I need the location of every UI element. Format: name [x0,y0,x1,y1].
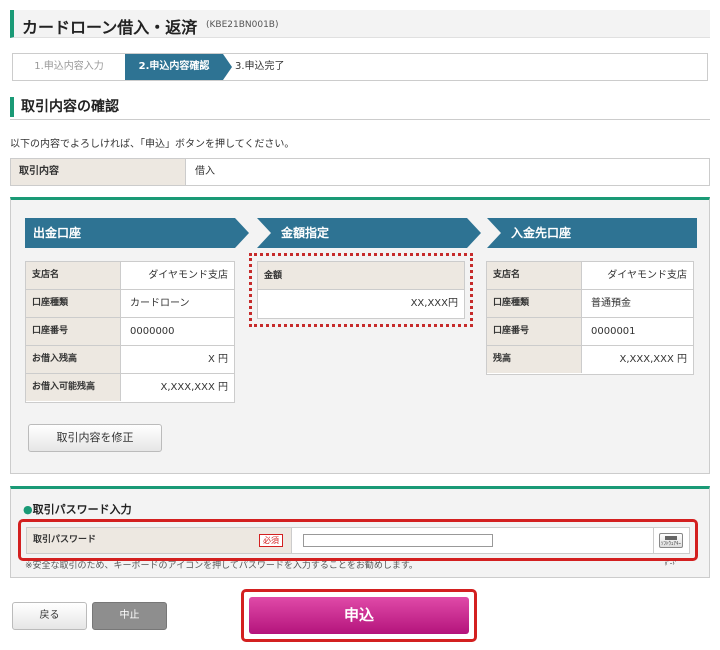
amount-label: 金額 [258,262,464,290]
table-row: 口座種類 普通預金 [487,290,693,318]
table-row: 支店名 ダイヤモンド支店 [487,262,693,290]
lead-text: 以下の内容でよろしければ、「申込」ボタンを押してください。 [10,139,295,150]
arrow-right-icon [467,218,481,248]
transaction-kind-label: 取引内容 [11,159,186,185]
progress-steps: 1.申込内容入力 2.申込内容確認 3.申込完了 [12,53,708,81]
cancel-button[interactable]: 中止 [92,602,167,630]
page-header: カードローン借入・返済 (KBE21BN001B) [10,10,710,38]
transfer-panel: 出金口座 金額指定 入金先口座 支店名 ダイヤモンド支店 口座種類 カードローン 口… [10,197,710,474]
amount-value: XX,XXX円 [410,298,458,309]
dest-account-header: 入金先口座 [487,218,697,248]
amount-highlight: 金額 XX,XXX円 [249,253,473,327]
software-keyboard-button[interactable]: ｿﾌﾄｳｪｱｷｰﾎﾞｰﾄﾞ [653,528,689,567]
password-section-title: ●取引パスワード入力 [23,503,132,516]
dest-account-table: 支店名 ダイヤモンド支店 口座種類 普通預金 口座番号 0000001 残高 X,XXX… [486,261,694,375]
password-label: 取引パスワード [27,528,292,553]
section-title: 取引内容の確認 [10,97,119,117]
source-account-table: 支店名 ダイヤモンド支店 口座種類 カードローン 口座番号 0000000 お借入残高… [25,261,235,403]
source-account-title: 出金口座 [33,226,82,240]
amount-header: 金額指定 [257,218,481,248]
password-row: 取引パスワード 必須 ｿﾌﾄｳｪｱｷｰﾎﾞｰﾄﾞ [26,527,690,567]
password-section: ●取引パスワード入力 ※安全な取引のため、キーボードのアイコンを押してパスワード… [10,486,710,578]
page-title: カードローン借入・返済 [22,18,198,37]
required-badge: 必須 [259,534,283,547]
table-row: 口座種類 カードローン [26,290,234,318]
submit-highlight: 申込 [241,589,477,642]
step-input: 1.申込内容入力 [34,61,104,72]
password-highlight: 取引パスワード 必須 ｿﾌﾄｳｪｱｷｰﾎﾞｰﾄﾞ [18,519,698,567]
amount-title: 金額指定 [281,226,330,240]
transaction-kind-value: 借入 [195,166,215,177]
dest-account-title: 入金先口座 [511,226,572,240]
edit-transaction-button[interactable]: 取引内容を修正 [28,424,162,452]
step-complete: 3.申込完了 [235,61,285,72]
password-input[interactable] [303,534,493,547]
keyboard-icon: ｿﾌﾄｳｪｱｷｰﾎﾞｰﾄﾞ [659,533,683,567]
back-button[interactable]: 戻る [12,602,87,630]
source-account-header: 出金口座 [25,218,249,248]
bullet-icon: ● [23,503,33,516]
table-row: 残高 X,XXX,XXX 円 [487,346,693,374]
table-row: お借入残高 X 円 [26,346,234,374]
step-confirm: 2.申込内容確認 [125,54,232,80]
table-row: 口座番号 0000001 [487,318,693,346]
table-row: 口座番号 0000000 [26,318,234,346]
screen-code: (KBE21BN001B) [206,20,279,30]
transaction-kind-row: 取引内容 借入 [10,158,710,186]
table-row: 支店名 ダイヤモンド支店 [26,262,234,290]
section-divider [10,119,710,120]
table-row: お借入可能残高 X,XXX,XXX 円 [26,374,234,402]
arrow-right-icon [235,218,249,248]
submit-button[interactable]: 申込 [249,597,469,634]
amount-table: 金額 XX,XXX円 [257,261,465,319]
